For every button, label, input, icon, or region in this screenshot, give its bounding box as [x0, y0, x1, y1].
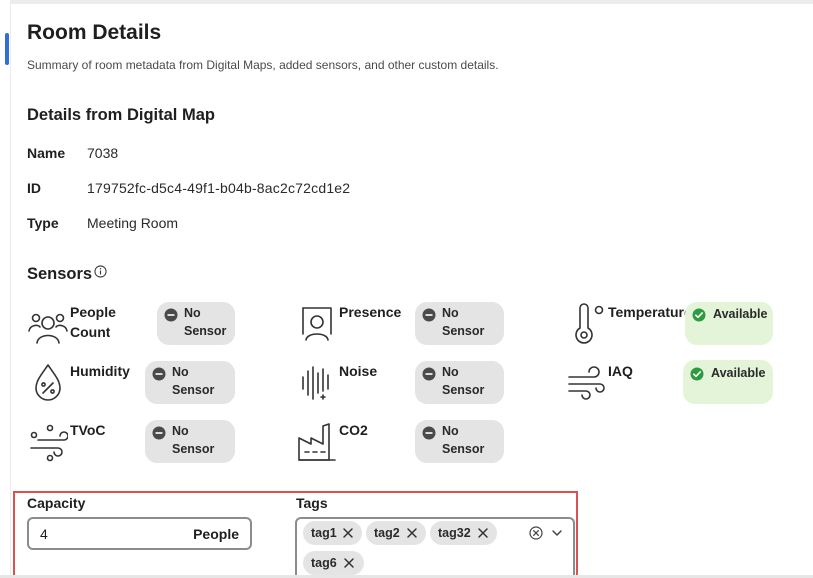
- status-text: Sensor: [172, 383, 215, 397]
- capacity-value: 4: [40, 526, 48, 542]
- status-text: No: [442, 424, 459, 438]
- tvoc-status-badge: No Sensor: [145, 420, 235, 463]
- people-count-label-line2: Count: [70, 324, 111, 340]
- status-text: Available: [713, 307, 768, 321]
- tag-chip[interactable]: tag6: [303, 551, 364, 575]
- co2-label: CO2: [339, 422, 368, 438]
- status-text: Available: [711, 366, 766, 380]
- tag-chip[interactable]: tag2: [366, 521, 426, 545]
- no-sensor-icon: [422, 308, 436, 322]
- humidity-label: Humidity: [70, 363, 130, 379]
- tags-label: Tags: [296, 495, 328, 511]
- iaq-label: IAQ: [608, 363, 633, 379]
- tag-label: tag6: [311, 556, 337, 570]
- presence-status-badge: No Sensor: [415, 302, 504, 345]
- noise-label: Noise: [339, 363, 378, 379]
- people-count-label-line1: People: [70, 304, 116, 320]
- no-sensor-icon: [152, 367, 166, 381]
- type-label: Type: [27, 215, 59, 231]
- digital-map-heading: Details from Digital Map: [27, 106, 215, 124]
- page-title: Room Details: [27, 21, 162, 44]
- status-text: No: [442, 306, 459, 320]
- check-circle-icon: [692, 308, 706, 322]
- id-label: ID: [27, 180, 41, 196]
- clear-all-icon[interactable]: [529, 526, 543, 540]
- noise-icon: [302, 366, 329, 400]
- status-text: Sensor: [442, 324, 485, 338]
- thermometer-icon: [575, 303, 604, 344]
- capacity-label: Capacity: [27, 495, 86, 511]
- close-icon[interactable]: [406, 527, 418, 539]
- presence-label: Presence: [339, 304, 402, 320]
- presence-icon: [302, 307, 332, 341]
- capacity-unit: People: [193, 526, 239, 542]
- temperature-status-badge: Available: [685, 302, 773, 345]
- type-value: Meeting Room: [87, 215, 179, 231]
- status-text: Sensor: [184, 324, 227, 338]
- active-section-indicator: [5, 33, 9, 65]
- no-sensor-icon: [422, 367, 436, 381]
- no-sensor-icon: [164, 308, 178, 322]
- tag-label: tag32: [438, 526, 471, 540]
- humidity-status-badge: No Sensor: [145, 361, 235, 404]
- people-count-status-badge: No Sensor: [157, 302, 235, 345]
- info-icon[interactable]: [94, 265, 107, 278]
- temperature-label: Temperature: [608, 304, 688, 320]
- close-icon[interactable]: [477, 527, 489, 539]
- wind-icon: [568, 366, 605, 400]
- iaq-status-badge: Available: [683, 360, 773, 404]
- check-circle-icon: [690, 367, 704, 381]
- status-text: Sensor: [172, 442, 215, 456]
- sensors-heading: Sensors: [27, 265, 93, 283]
- tag-label: tag2: [374, 526, 400, 540]
- tag-chip[interactable]: tag1: [303, 521, 362, 545]
- name-value: 7038: [87, 145, 119, 161]
- page-subtitle: Summary of room metadata from Digital Ma…: [27, 58, 499, 72]
- status-text: No: [442, 365, 459, 379]
- tvoc-label: TVoC: [70, 422, 106, 438]
- status-text: No: [172, 365, 189, 379]
- people-icon: [28, 313, 68, 344]
- tag-chip[interactable]: tag32: [430, 521, 497, 545]
- tag-label: tag1: [311, 526, 337, 540]
- close-icon[interactable]: [342, 527, 354, 539]
- top-border: [10, 0, 813, 4]
- status-text: Sensor: [442, 442, 485, 456]
- status-text: Sensor: [442, 383, 485, 397]
- capacity-input[interactable]: 4 People: [27, 517, 252, 550]
- status-text: No: [172, 424, 189, 438]
- humidity-icon: [35, 364, 61, 401]
- noise-status-badge: No Sensor: [415, 361, 504, 404]
- no-sensor-icon: [422, 426, 436, 440]
- no-sensor-icon: [152, 426, 166, 440]
- name-label: Name: [27, 145, 66, 161]
- id-value: 179752fc-d5c4-49f1-b04b-8ac2c72cd1e2: [87, 180, 351, 196]
- close-icon[interactable]: [343, 557, 355, 569]
- co2-status-badge: No Sensor: [415, 420, 504, 463]
- chevron-down-icon[interactable]: [551, 528, 563, 538]
- factory-icon: [298, 423, 336, 461]
- tvoc-icon: [30, 424, 68, 462]
- status-text: No: [184, 306, 201, 320]
- left-divider: [10, 4, 11, 578]
